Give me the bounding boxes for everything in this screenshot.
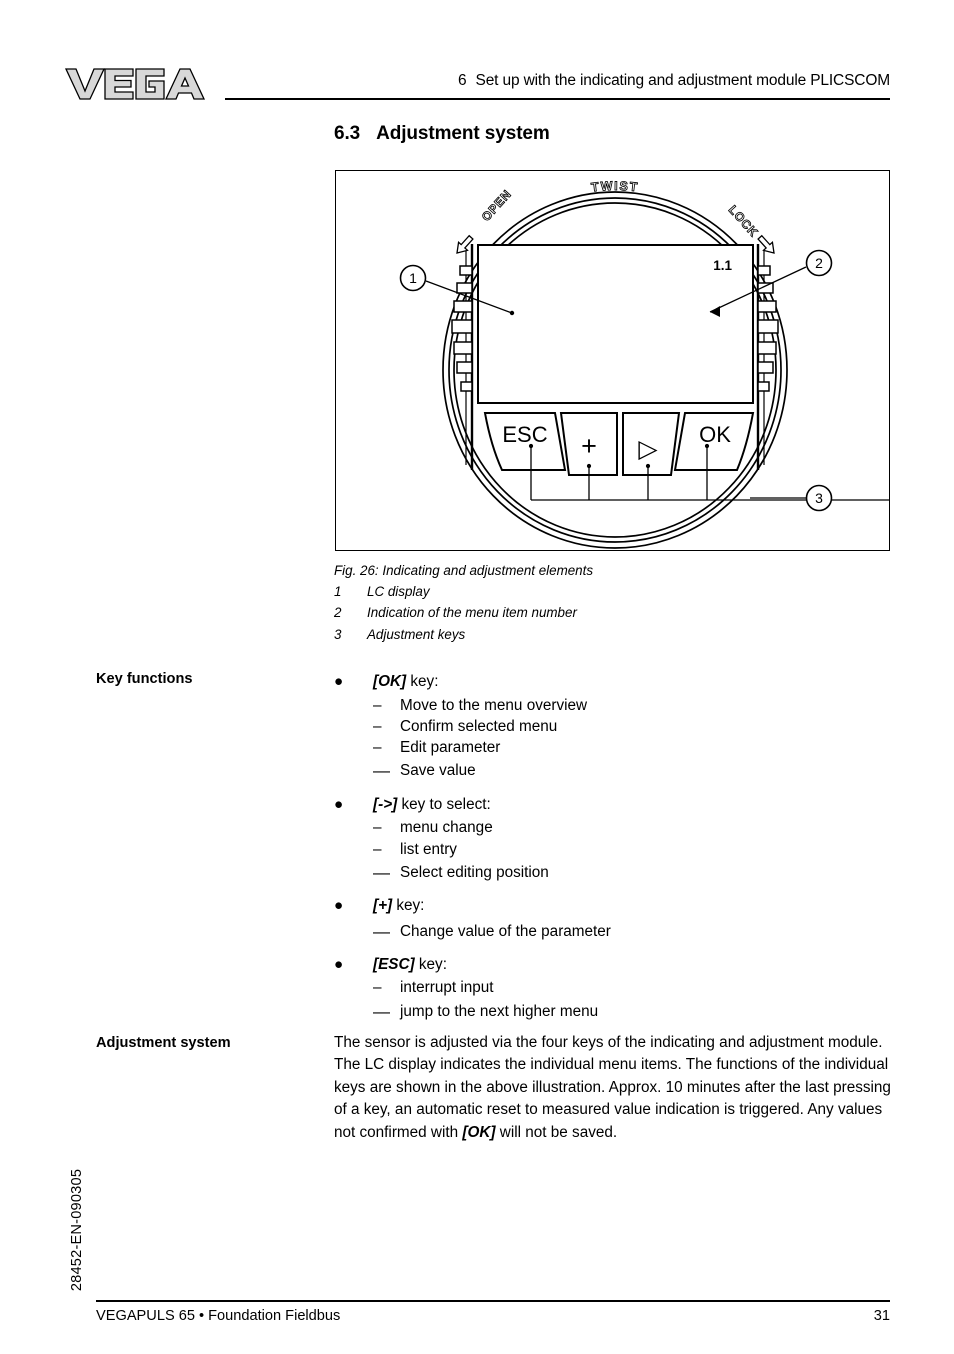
key-function-key-label: [->] xyxy=(373,795,398,813)
document-code: 28452-EN-090305 xyxy=(69,1168,85,1292)
dash-icon: – xyxy=(373,739,382,757)
key-function-suffix: key: xyxy=(406,673,439,690)
page-header: 6 Set up with the indicating and adjustme… xyxy=(0,0,954,110)
figure-legend-item-3: 3 Adjustment keys xyxy=(334,624,894,645)
bullet-icon: ● xyxy=(334,897,344,915)
menu-item-number-text: 1.1 xyxy=(713,258,732,273)
key-function-sub-item: – Confirm selected menu xyxy=(334,716,894,737)
lc-display xyxy=(477,244,754,404)
figure-legend-text-2: Indication of the menu item number xyxy=(367,605,577,621)
key-function-group-esc: ● [ESC] key: – interrupt input — jump to the … xyxy=(334,952,894,1025)
module-left-tabs xyxy=(451,265,473,392)
key-function-sub-item-text: Select editing position xyxy=(400,863,549,881)
lock-label: LOCK xyxy=(726,203,761,240)
key-function-heading: ● [->] key to select: xyxy=(334,792,894,818)
key-ok-label: OK xyxy=(699,422,731,447)
dash-icon: — xyxy=(373,1001,390,1021)
adjustment-system-paragraph: The sensor is adjusted via the four keys… xyxy=(334,1032,896,1144)
key-function-suffix: key to select: xyxy=(397,795,491,813)
section-number: 6.3 xyxy=(334,123,361,144)
key-function-sub-item: – Edit parameter xyxy=(334,737,894,758)
key-function-key-label: [ESC] xyxy=(373,955,415,973)
key-function-sub-item: — jump to the next higher menu xyxy=(334,999,894,1025)
key-function-sub-item: – Move to the menu overview xyxy=(334,695,894,716)
key-function-key-label: [+] xyxy=(373,897,393,915)
key-function-sub-item-text: Edit parameter xyxy=(400,739,501,757)
key-function-sub-item-text: menu change xyxy=(400,819,493,837)
footer-rule xyxy=(96,1300,890,1302)
key-function-sub-item: – list entry xyxy=(334,839,894,860)
module-right-tabs xyxy=(757,265,779,392)
key-function-sub-item: – interrupt input xyxy=(334,977,894,998)
key-function-heading: ● [OK] key: xyxy=(334,669,894,695)
key-right-arrow-label: ▷ xyxy=(638,434,658,463)
key-function-sub-item: — Change value of the parameter xyxy=(334,919,894,945)
header-chapter-number: 6 xyxy=(458,72,467,89)
footer-page-number: 31 xyxy=(873,1308,890,1324)
figure-legend-text-3: Adjustment keys xyxy=(367,626,466,642)
key-function-group-: ● [+] key: — Change value of the parameter xyxy=(334,893,894,945)
marginal-heading-adjustment-system: Adjustment system xyxy=(96,1035,231,1051)
figure-legend-text-1: LC display xyxy=(367,584,430,600)
twist-label: TWIST xyxy=(590,179,639,195)
figure-legend-num-2: 2 xyxy=(334,605,342,621)
key-plus-label: + xyxy=(581,431,597,461)
footer-product: VEGAPULS 65 xyxy=(96,1308,195,1324)
dash-icon: – xyxy=(373,979,382,997)
figure-caption-block: Fig. 26: Indicating and adjustment eleme… xyxy=(334,560,894,645)
marginal-heading-key-functions: Key functions xyxy=(96,671,193,687)
key-function-sub-item-text: Save value xyxy=(400,762,476,780)
dash-icon: – xyxy=(373,819,382,837)
key-function-sub-item-text: jump to the next higher menu xyxy=(400,1002,599,1020)
bullet-icon: ● xyxy=(334,673,344,690)
header-chapter-title: Set up with the indicating and adjustmen… xyxy=(475,72,891,89)
key-function-sub-item: — Save value xyxy=(334,758,894,784)
key-function-sub-item: – menu change xyxy=(334,817,894,838)
key-function-suffix: key: xyxy=(414,955,447,973)
open-label: OPEN xyxy=(479,187,514,224)
key-function-group-: ● [->] key to select: – menu change – list en… xyxy=(334,792,894,886)
plicscom-module-illustration: 1.1 TWIST OPEN LOCK ESC + ▷ OK xyxy=(442,178,890,549)
key-function-suffix: key: xyxy=(392,897,425,915)
dash-icon: – xyxy=(373,840,382,858)
key-function-sub-item-text: list entry xyxy=(400,840,457,858)
key-esc-label: ESC xyxy=(502,422,547,447)
key-function-heading: ● [ESC] key: xyxy=(334,952,894,978)
key-function-sub-item-text: Move to the menu overview xyxy=(400,696,588,714)
key-function-heading: ● [+] key: xyxy=(334,893,894,919)
adjustment-body-part2: will not be saved. xyxy=(495,1123,618,1141)
bullet-icon: ● xyxy=(334,795,344,813)
figure-legend-item-1: 1 LC display xyxy=(334,581,894,602)
footer-protocol: Foundation Fieldbus xyxy=(208,1308,341,1324)
key-function-sub-item-text: Confirm selected menu xyxy=(400,717,558,735)
vega-logo xyxy=(64,68,206,100)
figure-legend-num-3: 3 xyxy=(334,626,342,642)
dash-icon: — xyxy=(373,761,390,781)
footer-separator: • xyxy=(198,1308,205,1324)
key-functions-list: ● [OK] key: – Move to the menu overview – Con… xyxy=(334,669,894,1025)
figure-legend-num-1: 1 xyxy=(334,584,342,600)
figure-legend-item-2: 2 Indication of the menu item number xyxy=(334,602,894,623)
dash-icon: – xyxy=(373,696,382,714)
key-function-sub-item-text: Change value of the parameter xyxy=(400,922,611,940)
dash-icon: — xyxy=(373,921,390,941)
dash-icon: — xyxy=(373,862,390,882)
key-function-key-label: [OK] xyxy=(373,673,407,690)
section-title: Adjustment system xyxy=(376,123,550,144)
key-function-sub-item-text: interrupt input xyxy=(400,979,494,997)
header-title: 6 Set up with the indicating and adjustme… xyxy=(225,72,890,90)
key-function-sub-item: — Select editing position xyxy=(334,860,894,886)
header-rule xyxy=(225,98,890,100)
adjustment-body-key: [OK] xyxy=(462,1123,496,1141)
figure-caption-title: Fig. 26: Indicating and adjustment eleme… xyxy=(334,563,594,578)
dash-icon: – xyxy=(373,717,382,735)
footer-product-line: VEGAPULS 65 • Foundation Fieldbus xyxy=(96,1308,340,1324)
key-function-group-ok: ● [OK] key: – Move to the menu overview – Con… xyxy=(334,669,894,785)
bullet-icon: ● xyxy=(334,955,344,973)
section-heading: 6.3 Adjustment system xyxy=(334,123,550,145)
